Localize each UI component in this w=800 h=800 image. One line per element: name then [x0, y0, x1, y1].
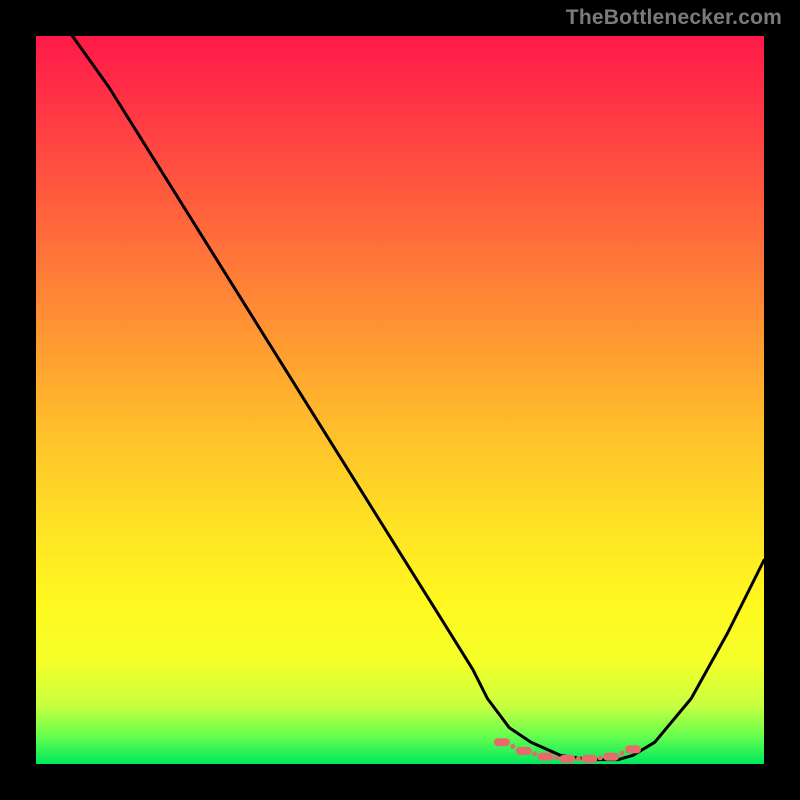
optimal-marker — [603, 753, 619, 761]
curve-layer — [36, 36, 764, 764]
optimal-marker-dot — [510, 744, 515, 749]
optimal-marker-dot — [576, 756, 581, 761]
optimal-marker-dot — [532, 751, 537, 756]
optimal-marker — [559, 755, 575, 763]
optimal-marker — [581, 755, 597, 763]
optimal-marker — [516, 747, 532, 755]
optimal-marker — [538, 753, 554, 761]
optimal-marker-dot — [620, 751, 625, 756]
optimal-marker-dot — [554, 755, 559, 760]
bottleneck-curve — [72, 36, 764, 760]
watermark-text: TheBottlenecker.com — [566, 6, 782, 30]
optimal-marker — [494, 738, 510, 746]
chart-frame: TheBottlenecker.com — [0, 0, 800, 800]
optimal-marker — [625, 745, 641, 753]
plot-area — [36, 36, 764, 764]
optimal-marker-dot — [598, 755, 603, 760]
